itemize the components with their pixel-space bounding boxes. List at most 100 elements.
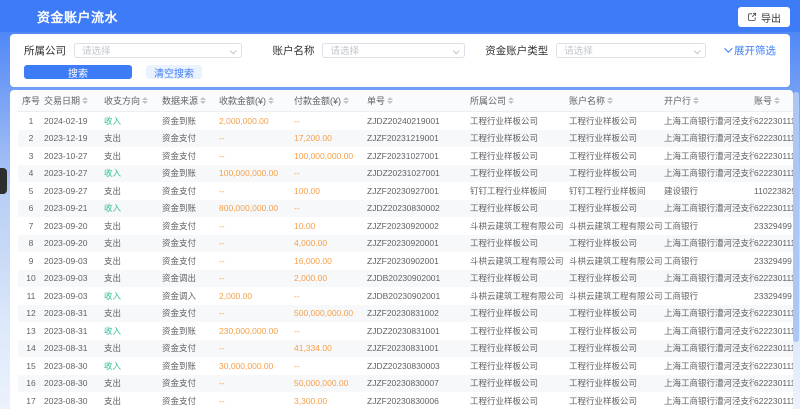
cell-index: 1 <box>18 116 44 126</box>
expand-filters-label: 展开筛选 <box>734 43 776 58</box>
top-header-bar: 资金账户流水 导出 <box>0 0 800 32</box>
cell-date: 2023-09-03 <box>44 273 104 283</box>
cell-bank: 上海工商银行漕河泾支行 <box>664 360 754 372</box>
cell-direction: 支出 <box>104 377 162 389</box>
sort-icon[interactable] <box>82 97 88 104</box>
cell-order_no: ZJZF20230927001 <box>367 186 470 196</box>
column-label: 账号 <box>754 94 772 107</box>
cell-source: 资金支付 <box>162 255 219 267</box>
column-header-received[interactable]: 收款金额(¥) <box>219 94 294 107</box>
column-header-date[interactable]: 交易日期 <box>44 94 104 107</box>
cell-index: 8 <box>18 238 44 248</box>
expand-filters-link[interactable]: 展开筛选 <box>724 43 776 58</box>
cell-paid: -- <box>294 326 367 336</box>
cell-received: 30,000,000.00 <box>219 361 294 371</box>
cell-bank: 上海工商银行漕河泾支行 <box>664 115 754 127</box>
cell-bank: 上海工商银行漕河泾支行 <box>664 150 754 162</box>
cell-paid: 50,000,000.00 <box>294 378 367 388</box>
account-name-select[interactable]: 请选择 <box>322 43 464 58</box>
cell-received: -- <box>219 308 294 318</box>
column-header-account_name[interactable]: 账户名称 <box>569 94 664 107</box>
cell-company: 工程行业样板公司 <box>470 132 569 144</box>
cell-order_no: ZJZF20230831001 <box>367 343 470 353</box>
cell-company: 工程行业样板公司 <box>470 325 569 337</box>
cell-source: 资金支付 <box>162 307 219 319</box>
column-header-order_no[interactable]: 单号 <box>367 94 470 107</box>
cell-index: 17 <box>18 396 44 406</box>
sort-icon[interactable] <box>343 97 349 104</box>
sort-icon[interactable] <box>607 97 613 104</box>
cell-date: 2023-09-20 <box>44 221 104 231</box>
column-header-account_no[interactable]: 账号 <box>754 94 793 107</box>
account-type-select[interactable]: 请选择 <box>556 43 706 58</box>
cell-company: 工程行业样板公司 <box>470 150 569 162</box>
cell-paid: 17,200.00 <box>294 133 367 143</box>
sort-icon[interactable] <box>387 97 393 104</box>
cell-account_name: 工程行业样板公司 <box>569 360 664 372</box>
sort-icon[interactable] <box>693 97 699 104</box>
column-header-company[interactable]: 所属公司 <box>470 94 569 107</box>
chevron-down-icon <box>724 44 732 52</box>
cell-company: 工程行业样板公司 <box>470 272 569 284</box>
cell-direction: 收入 <box>104 115 162 127</box>
cell-company: 工程行业样板公司 <box>470 395 569 407</box>
column-header-paid[interactable]: 付款金额(¥) <box>294 94 367 107</box>
cell-bank: 上海工商银行漕河泾支行 <box>664 377 754 389</box>
cell-paid: 10.00 <box>294 221 367 231</box>
table-row: 112023-09-03收入资金调入2,000.00--ZJDB20230902… <box>18 287 793 305</box>
column-header-direction[interactable]: 收支方向 <box>104 94 162 107</box>
sort-icon[interactable] <box>508 97 514 104</box>
sort-icon[interactable] <box>200 97 206 104</box>
cell-date: 2023-08-30 <box>44 378 104 388</box>
sort-icon[interactable] <box>268 97 274 104</box>
clear-search-button[interactable]: 清空搜索 <box>146 65 202 79</box>
table-row: 122023-08-31支出资金支付--500,000,000.00ZJZF20… <box>18 305 793 323</box>
table-row: 132023-08-31收入资金到账230,000,000.00--ZJDZ20… <box>18 322 793 340</box>
cell-date: 2023-12-19 <box>44 133 104 143</box>
cell-bank: 建设银行 <box>664 185 754 197</box>
sort-icon[interactable] <box>142 97 148 104</box>
search-button[interactable]: 搜索 <box>24 65 132 79</box>
cell-paid: 3,300.00 <box>294 396 367 406</box>
cell-order_no: ZJZF20230830007 <box>367 378 470 388</box>
table-row: 32023-10-27支出资金支付--100,000,000.00ZJZF202… <box>18 147 793 165</box>
cell-source: 资金调入 <box>162 290 219 302</box>
cell-direction: 支出 <box>104 185 162 197</box>
cell-bank: 工商银行 <box>664 220 754 232</box>
cell-paid: -- <box>294 203 367 213</box>
cell-account_name: 工程行业样板公司 <box>569 272 664 284</box>
column-label: 交易日期 <box>44 94 80 107</box>
cell-date: 2023-09-03 <box>44 256 104 266</box>
cell-account_name: 斗栱云建筑工程有限公司 <box>569 290 664 302</box>
filter-panel: 所属公司 请选择 账户名称 请选择 资金账户类型 请选择 展开筛选 搜索 清空搜… <box>10 34 790 87</box>
cell-order_no: ZJDZ20230831001 <box>367 326 470 336</box>
account-select-placeholder: 请选择 <box>330 43 359 57</box>
cell-direction: 支出 <box>104 150 162 162</box>
company-select[interactable]: 请选择 <box>74 43 242 58</box>
column-label: 序号 <box>22 94 40 107</box>
column-header-bank[interactable]: 开户行 <box>664 94 754 107</box>
cell-order_no: ZJZF20231219001 <box>367 133 470 143</box>
page-title: 资金账户流水 <box>37 7 118 26</box>
cell-direction: 支出 <box>104 342 162 354</box>
cell-account_no: 622230111 <box>754 378 793 388</box>
export-button[interactable]: 导出 <box>738 7 790 27</box>
column-header-source[interactable]: 数据来源 <box>162 94 219 107</box>
sort-icon[interactable] <box>774 97 780 104</box>
cell-bank: 上海工商银行漕河泾支行 <box>664 325 754 337</box>
cell-index: 16 <box>18 378 44 388</box>
cell-paid: 100.00 <box>294 186 367 196</box>
cell-account_no: 622230111 <box>754 116 793 126</box>
cell-order_no: ZJDB20230902001 <box>367 291 470 301</box>
cell-direction: 收入 <box>104 360 162 372</box>
drawer-handle[interactable] <box>0 168 7 194</box>
vertical-scrollbar[interactable] <box>793 92 799 342</box>
cell-bank: 上海工商银行漕河泾支行 <box>664 202 754 214</box>
cell-account_no: 622230111 <box>754 168 793 178</box>
cell-received: 100,000,000.00 <box>219 168 294 178</box>
cell-account_no: 622230111 <box>754 326 793 336</box>
cell-received: 800,000,000.00 <box>219 203 294 213</box>
cell-index: 14 <box>18 343 44 353</box>
export-icon <box>747 12 757 22</box>
cell-date: 2023-09-20 <box>44 238 104 248</box>
